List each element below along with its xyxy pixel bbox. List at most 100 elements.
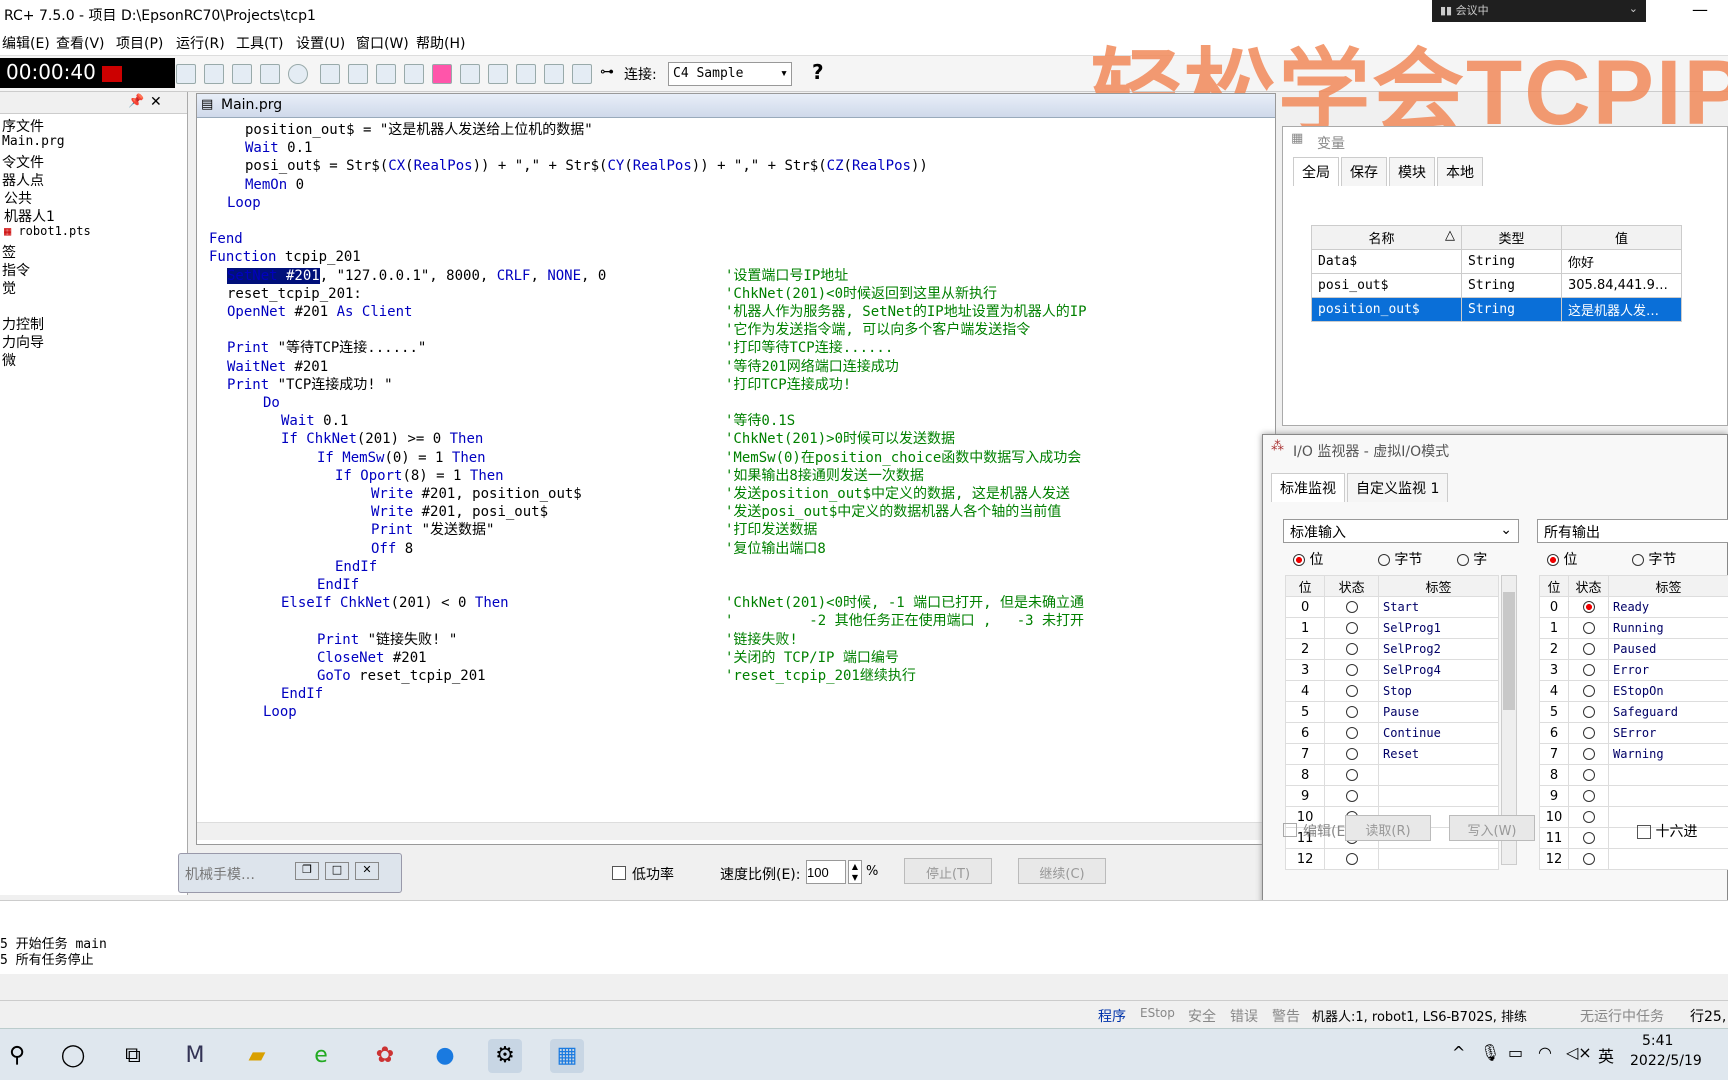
table-row[interactable]: 5 Pause (1284, 701, 1499, 723)
app-grid-icon[interactable]: ▦ (550, 1039, 584, 1073)
toolbar-icon[interactable] (204, 64, 224, 84)
tab-local[interactable]: 本地 (1437, 157, 1483, 186)
tree-item[interactable]: 微 (2, 350, 16, 370)
table-row[interactable]: 2 Paused (1538, 638, 1728, 660)
restore-icon[interactable]: ❐ (295, 862, 319, 880)
table-row[interactable]: 6 SError (1538, 722, 1728, 744)
connection-select[interactable]: C4 Sample ▾ (668, 62, 792, 86)
tree-item[interactable]: 指令 (2, 260, 30, 280)
battery-icon[interactable]: ▭ (1508, 1043, 1523, 1062)
table-row[interactable]: 5 Safeguard (1538, 701, 1728, 723)
tree-item[interactable]: 器人点 (2, 170, 44, 190)
browser-icon[interactable]: e (304, 1039, 338, 1073)
toolbar-icon[interactable] (260, 64, 280, 84)
state-indicator[interactable] (1568, 806, 1609, 828)
maximize-icon[interactable]: □ (325, 862, 349, 880)
task-view-icon[interactable]: ⧉ (116, 1039, 150, 1073)
radio-bit[interactable] (1547, 554, 1559, 566)
radio-bit[interactable] (1293, 554, 1305, 566)
tab-global[interactable]: 全局 (1293, 157, 1339, 186)
tree-item[interactable]: 签 (2, 242, 16, 262)
state-indicator[interactable] (1324, 659, 1379, 681)
table-row[interactable]: 12 (1538, 848, 1728, 870)
speed-spinner[interactable]: ▲ ▼ (848, 860, 862, 884)
state-indicator[interactable] (1324, 722, 1379, 744)
state-indicator[interactable] (1324, 701, 1379, 723)
tree-item[interactable]: 力向导 (2, 332, 44, 352)
table-row[interactable]: 4 Stop (1284, 680, 1499, 702)
cortana-icon[interactable]: ◯ (56, 1039, 90, 1073)
menu-edit[interactable]: 编辑(E) (2, 33, 50, 53)
tab-preserve[interactable]: 保存 (1341, 157, 1387, 186)
table-row[interactable]: 8 (1284, 764, 1499, 786)
table-row[interactable]: 6 Continue (1284, 722, 1499, 744)
table-row[interactable]: 9 (1538, 785, 1728, 807)
microphone-icon[interactable]: 🎙 (1480, 1043, 1500, 1062)
table-row[interactable]: 7 Warning (1538, 743, 1728, 765)
state-indicator[interactable] (1568, 743, 1609, 765)
menu-run[interactable]: 运行(R) (176, 33, 225, 53)
tab-module[interactable]: 模块 (1389, 157, 1435, 186)
state-indicator[interactable] (1568, 659, 1609, 681)
help-icon[interactable]: ? (812, 60, 824, 84)
tab-standard-monitor[interactable]: 标准监视 (1271, 473, 1345, 502)
tree-item[interactable]: 觉 (2, 278, 16, 298)
stop-icon[interactable] (288, 64, 308, 84)
table-row[interactable]: 10 (1538, 806, 1728, 828)
pin-icon[interactable]: 📌 (128, 94, 144, 109)
tree-item[interactable]: 公共 (4, 188, 32, 208)
radio-word[interactable] (1456, 554, 1469, 566)
radio-byte[interactable] (1631, 554, 1644, 566)
toolbar-icon[interactable] (488, 64, 508, 84)
robot-manager-minimized[interactable]: 机械手模… ❐ □ ✕ (178, 853, 402, 893)
state-indicator[interactable] (1568, 848, 1609, 870)
state-indicator[interactable] (1324, 617, 1379, 639)
toolbar-icon[interactable] (376, 64, 396, 84)
folder-icon[interactable]: ▰ (240, 1039, 274, 1073)
toolbar-icon[interactable] (176, 64, 196, 84)
clock-date[interactable]: 2022/5/19 (1630, 1053, 1702, 1069)
state-indicator[interactable] (1324, 596, 1379, 618)
toolbar-icon[interactable] (348, 64, 368, 84)
ime-indicator[interactable]: 英 (1598, 1043, 1614, 1067)
tree-item[interactable]: 机器人1 (4, 206, 55, 226)
speed-input[interactable] (806, 860, 846, 884)
read-button[interactable]: 读取(R) (1345, 815, 1431, 841)
toolbar-icon[interactable] (516, 64, 536, 84)
state-indicator[interactable] (1324, 848, 1379, 870)
table-row[interactable]: 3 SelProg4 (1284, 659, 1499, 681)
table-row[interactable]: 8 (1538, 764, 1728, 786)
output-type-select[interactable]: 所有输出 (1537, 519, 1728, 543)
toolbar-icon[interactable] (404, 64, 424, 84)
camera-icon[interactable] (572, 64, 592, 84)
tree-item[interactable]: 力控制 (2, 314, 44, 334)
table-row[interactable]: 1 SelProg1 (1284, 617, 1499, 639)
search-icon[interactable]: ⚲ (0, 1039, 34, 1073)
col-name[interactable]: 名称 △ (1311, 225, 1462, 250)
state-indicator[interactable] (1568, 827, 1609, 849)
table-row[interactable]: 7 Reset (1284, 743, 1499, 765)
state-indicator[interactable] (1568, 596, 1609, 618)
tab-custom-monitor[interactable]: 自定义监视 1 (1347, 473, 1449, 502)
state-indicator[interactable] (1324, 638, 1379, 660)
chevron-up-icon[interactable]: ^ (1452, 1043, 1465, 1062)
state-indicator[interactable] (1568, 638, 1609, 660)
table-row[interactable]: 0 Start (1284, 596, 1499, 618)
state-indicator[interactable] (1324, 764, 1379, 786)
tree-item[interactable]: 令文件 (2, 152, 44, 172)
col-type[interactable]: 类型 (1461, 225, 1562, 250)
menu-project[interactable]: 项目(P) (116, 33, 163, 53)
col-value[interactable]: 值 (1561, 225, 1682, 250)
editor-tab-title[interactable]: Main.prg (221, 97, 282, 113)
state-indicator[interactable] (1324, 785, 1379, 807)
menu-help[interactable]: 帮助(H) (416, 33, 465, 53)
scroll-thumb[interactable] (1503, 592, 1515, 710)
epson-rc-icon[interactable]: ⚙ (488, 1039, 522, 1073)
input-type-select[interactable]: 标准输入 ⌄ (1283, 519, 1519, 543)
volume-icon[interactable]: ◁× (1566, 1043, 1592, 1062)
table-row[interactable]: 9 (1284, 785, 1499, 807)
horizontal-scrollbar[interactable] (197, 822, 1275, 840)
code-area[interactable]: position_out$ = "这是机器人发送给上位机的数据" Wait 0.1… (209, 120, 1269, 820)
clock-time[interactable]: 5:41 (1642, 1033, 1673, 1049)
table-row[interactable]: 11 (1538, 827, 1728, 849)
